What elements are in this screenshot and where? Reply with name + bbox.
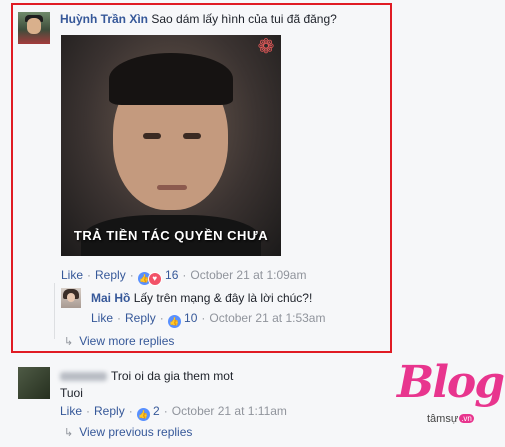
avatar[interactable] (18, 12, 50, 44)
reply-thread-line (54, 283, 55, 339)
watermark-brand: Blog (397, 357, 505, 408)
avatar[interactable] (18, 367, 50, 399)
reply-button[interactable]: Reply (94, 404, 125, 418)
comment-text: Troi oi da gia them mot (111, 369, 234, 383)
like-reaction-icon[interactable]: 👍 (136, 408, 150, 421)
comment-text: Sao dám lấy hình của tui đã đăng? (151, 12, 337, 26)
reply-button[interactable]: Reply (95, 268, 126, 282)
comment-actions: Like · Reply · 👍 ♥ 16 · October 21 at 1:09am (61, 268, 306, 286)
comment-actions: Like · Reply · 👍 2 · October 21 at 1:11am (60, 404, 287, 421)
view-more-replies-link[interactable]: ↳ View more replies (64, 334, 174, 348)
like-reaction-icon[interactable]: 👍 (167, 315, 181, 328)
like-button[interactable]: Like (60, 404, 82, 418)
reply-timestamp[interactable]: October 21 at 1:53am (209, 311, 325, 325)
reply-text: Lấy trên mạng & đây là lời chúc?! (133, 291, 313, 305)
reply-like-button[interactable]: Like (91, 311, 113, 325)
sticker-icon: ❁ (257, 36, 275, 58)
view-previous-replies-link[interactable]: ↳ View previous replies (64, 425, 192, 439)
reply-body: Mai Hồ Lấy trên mạng & đây là lời chúc?! (91, 291, 312, 305)
blurred-author-name[interactable] (60, 372, 107, 381)
watermark-sub: tâmsự .vn (427, 413, 474, 425)
watermark-logo: Blog tâmsự .vn (397, 355, 505, 441)
love-reaction-icon[interactable]: ♥ (147, 272, 162, 286)
comment-image[interactable]: TRẢ TIỀN TÁC QUYỀN CHƯA (61, 35, 281, 256)
comment-body: Huỳnh Trần Xìn Sao dám lấy hình của tui … (60, 12, 337, 26)
comments-panel: Huỳnh Trần Xìn Sao dám lấy hình của tui … (0, 0, 505, 447)
reply-author-link[interactable]: Mai Hồ (91, 291, 130, 305)
image-caption: TRẢ TIỀN TÁC QUYỀN CHƯA (73, 228, 269, 243)
reaction-count[interactable]: 10 (184, 311, 197, 325)
reaction-count[interactable]: 2 (153, 404, 160, 418)
comment-timestamp[interactable]: October 21 at 1:11am (172, 404, 287, 418)
comment-text-continued: Tuoi (60, 386, 83, 400)
comment-author-link[interactable]: Huỳnh Trần Xìn (60, 12, 148, 26)
reply-arrow-icon: ↳ (64, 336, 74, 348)
comment-timestamp[interactable]: October 21 at 1:09am (190, 268, 306, 282)
reply-actions: Like · Reply · 👍 10 · October 21 at 1:53am (91, 311, 326, 328)
like-button[interactable]: Like (61, 268, 83, 282)
reply-arrow-icon: ↳ (64, 427, 74, 439)
reaction-count[interactable]: 16 (165, 268, 178, 282)
reply-reply-button[interactable]: Reply (125, 311, 156, 325)
reply-avatar[interactable] (61, 288, 81, 308)
